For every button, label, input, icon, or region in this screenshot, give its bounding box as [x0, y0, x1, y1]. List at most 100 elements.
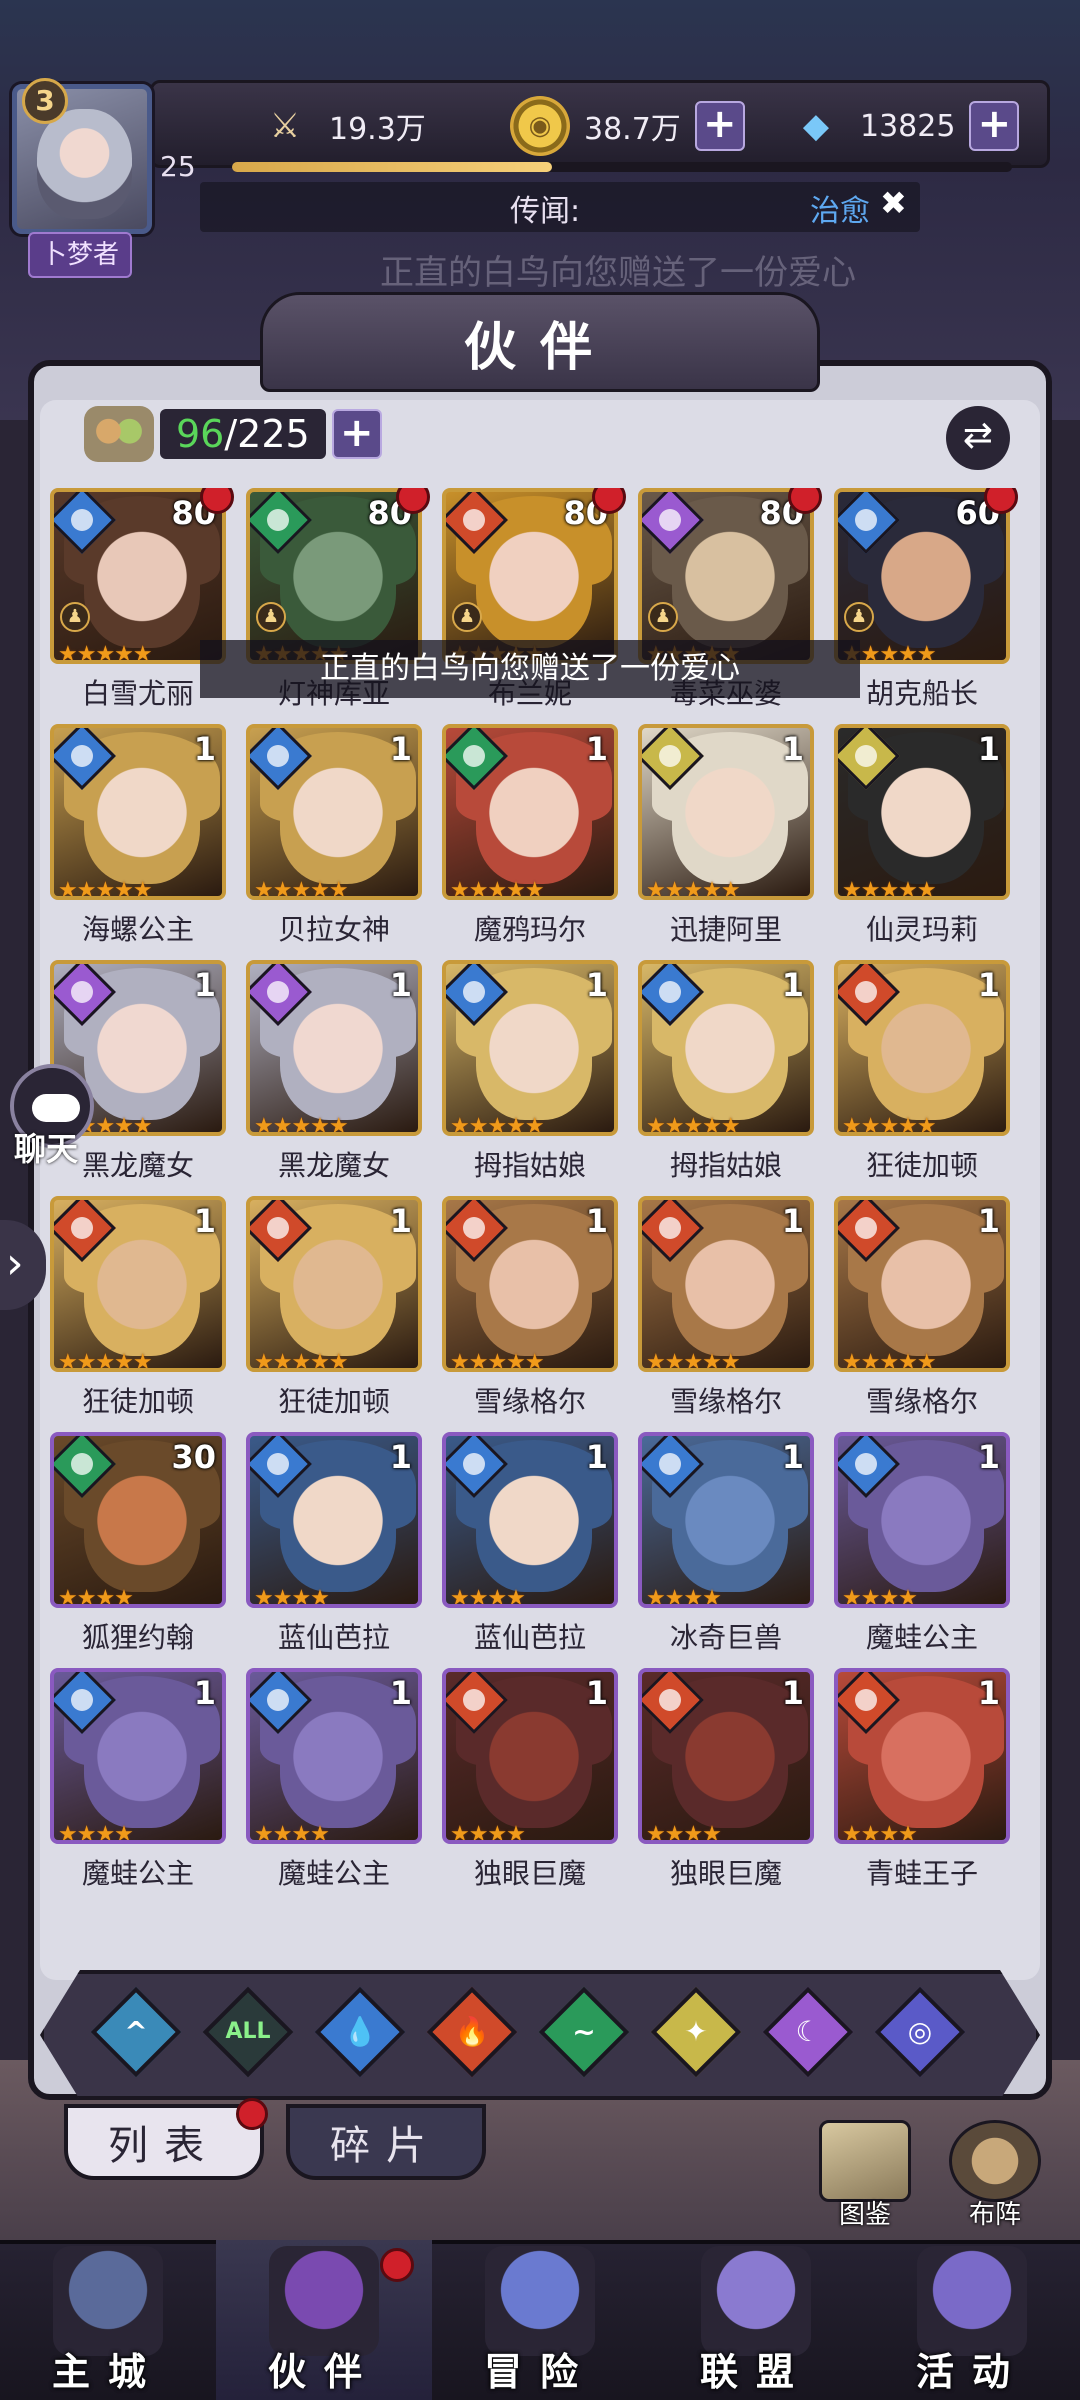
hero-card[interactable]: 60 ♟ ★★★★★ 胡克船长 [834, 488, 1018, 724]
gold-display: ◉ 38.7万 + [510, 96, 745, 156]
chess-piece-icon: ♟ [844, 602, 874, 632]
hero-name: 雪缘格尔 [473, 1385, 586, 1418]
star-rating: ★★★★★ [842, 1114, 937, 1136]
nav-item[interactable]: 活动 [864, 2240, 1080, 2400]
nav-icon [53, 2246, 163, 2356]
hero-level: 1 [389, 1438, 412, 1476]
hero-portrait: 1 ★★★★★ [638, 960, 814, 1136]
hero-card[interactable]: 1 ★★★★★ 雪缘格尔 [834, 1196, 1010, 1432]
hero-card[interactable]: 1 ★★★★ 魔蛙公主 [50, 1668, 226, 1904]
star-rating: ★★★★★ [646, 1350, 741, 1372]
star-rating: ★★★★ [254, 1586, 330, 1608]
add-gold-button[interactable]: + [694, 101, 745, 151]
tab-list[interactable]: 列表 [64, 2104, 264, 2180]
nav-item[interactable]: 联盟 [648, 2240, 864, 2400]
hero-name: 魔鸦玛尔 [473, 913, 586, 946]
hero-card[interactable]: 1 ★★★★★ 黑龙魔女 [246, 960, 422, 1196]
expand-roster-button[interactable]: + [331, 409, 382, 459]
roster-max: /225 [224, 412, 310, 456]
hero-card[interactable]: 1 ★★★★★ 狂徒加顿 [246, 1196, 422, 1432]
hero-card[interactable]: 1 ★★★★ 蓝仙芭拉 [246, 1432, 422, 1668]
hero-portrait: 1 ★★★★★ [834, 1196, 1010, 1372]
star-rating: ★★★★ [646, 1586, 722, 1608]
hero-name: 黑龙魔女 [277, 1149, 390, 1182]
hero-level: 1 [781, 966, 804, 1004]
nav-item[interactable]: 冒险 [432, 2240, 648, 2400]
hero-name: 独眼巨魔 [473, 1857, 586, 1890]
hero-face [280, 754, 396, 884]
hero-card[interactable]: 1 ★★★★★ 海螺公主 [50, 724, 226, 960]
add-gems-button[interactable]: + [969, 101, 1020, 151]
hero-card[interactable]: 1 ★★★★★ 迅捷阿里 [638, 724, 814, 960]
hero-face [476, 754, 592, 884]
notification-dot [236, 2098, 268, 2130]
hero-level: 1 [389, 1202, 412, 1240]
star-rating: ★★★★★ [254, 1114, 349, 1136]
hero-face [84, 990, 200, 1120]
hero-card[interactable]: 1 ★★★★ 独眼巨魔 [442, 1668, 618, 1904]
codex-label: 图鉴 [838, 2200, 891, 2230]
hero-level: 1 [389, 730, 412, 768]
hero-name: 狂徒加顿 [277, 1385, 390, 1418]
close-icon[interactable]: ✖ [880, 184, 907, 222]
formation-button[interactable]: 布阵 [940, 2120, 1050, 2230]
hero-portrait: 1 ★★★★ [638, 1432, 814, 1608]
page-title: 伙伴 [463, 317, 616, 378]
tab-shards[interactable]: 碎片 [286, 2104, 486, 2180]
hero-portrait: 1 ★★★★ [638, 1668, 814, 1844]
hero-name: 独眼巨魔 [669, 1857, 782, 1890]
hero-card[interactable]: 1 ★★★★ 蓝仙芭拉 [442, 1432, 618, 1668]
swap-icon[interactable]: ⇄ [946, 406, 1010, 470]
partners-icon [84, 406, 154, 462]
hero-card[interactable]: 1 ★★★★ 冰奇巨兽 [638, 1432, 814, 1668]
nav-item[interactable]: 主城 [0, 2240, 216, 2400]
hero-face [672, 990, 788, 1120]
hero-card[interactable]: 1 ★★★★★ 拇指姑娘 [442, 960, 618, 1196]
hero-level: 1 [585, 1674, 608, 1712]
hero-card[interactable]: 1 ★★★★ 独眼巨魔 [638, 1668, 814, 1904]
hero-card[interactable]: 1 ★★★★★ 雪缘格尔 [638, 1196, 814, 1432]
star-rating: ★★★★★ [646, 878, 741, 900]
star-rating: ★★★★★ [450, 878, 545, 900]
hero-card[interactable]: 1 ★★★★★ 雪缘格尔 [442, 1196, 618, 1432]
hero-face [868, 1462, 984, 1592]
hero-card[interactable]: 1 ★★★★★ 狂徒加顿 [50, 1196, 226, 1432]
chess-icon [949, 2120, 1041, 2202]
hero-name: 蓝仙芭拉 [277, 1621, 390, 1654]
player-title[interactable]: 卜梦者 [28, 232, 132, 278]
star-rating: ★★★★ [646, 1822, 722, 1844]
hero-level: 1 [781, 1202, 804, 1240]
hero-portrait: 1 ★★★★★ [638, 1196, 814, 1372]
hero-card[interactable]: 1 ★★★★★ 仙灵玛莉 [834, 724, 1010, 960]
hero-level: 1 [977, 1674, 1000, 1712]
toast-message: 正直的白鸟向您赠送了一份爱心 [200, 640, 860, 698]
hero-card[interactable]: 1 ★★★★ 魔蛙公主 [834, 1432, 1010, 1668]
xp-fill [232, 162, 552, 172]
notification-dot [380, 2248, 414, 2282]
avatar-portrait [37, 109, 132, 219]
hero-name: 仙灵玛莉 [865, 913, 978, 946]
hero-name: 狂徒加顿 [865, 1149, 978, 1182]
hero-portrait: 1 ★★★★★ [834, 724, 1010, 900]
star-rating: ★★★★★ [842, 1350, 937, 1372]
hero-portrait: 1 ★★★★★ [834, 960, 1010, 1136]
star-rating: ★★★★★ [842, 878, 937, 900]
codex-button[interactable]: 图鉴 [810, 2120, 920, 2230]
rumor-label: 传闻: [510, 194, 581, 229]
star-rating: ★★★★★ [450, 1114, 545, 1136]
hero-card[interactable]: 1 ★★★★★ 狂徒加顿 [834, 960, 1010, 1196]
hero-card[interactable]: 30 ★★★★ 狐狸约翰 [50, 1432, 226, 1668]
star-rating: ★★★★ [450, 1586, 526, 1608]
hero-face [280, 1226, 396, 1356]
hero-card[interactable]: 1 ★★★★ 青蛙王子 [834, 1668, 1010, 1904]
chess-piece-icon: ♟ [648, 602, 678, 632]
hero-portrait: 1 ★★★★ [50, 1668, 226, 1844]
hero-card[interactable]: 1 ★★★★★ 拇指姑娘 [638, 960, 814, 1196]
filter-glyph: 🔥 [454, 2015, 490, 2048]
hero-card[interactable]: 1 ★★★★★ 贝拉女神 [246, 724, 422, 960]
hero-card[interactable]: 1 ★★★★★ 魔鸦玛尔 [442, 724, 618, 960]
rumor-tag[interactable]: 治愈 [810, 186, 870, 230]
hero-card[interactable]: 1 ★★★★ 魔蛙公主 [246, 1668, 422, 1904]
star-rating: ★★★★ [450, 1822, 526, 1844]
filter-glyph: ALL [225, 2019, 271, 2044]
